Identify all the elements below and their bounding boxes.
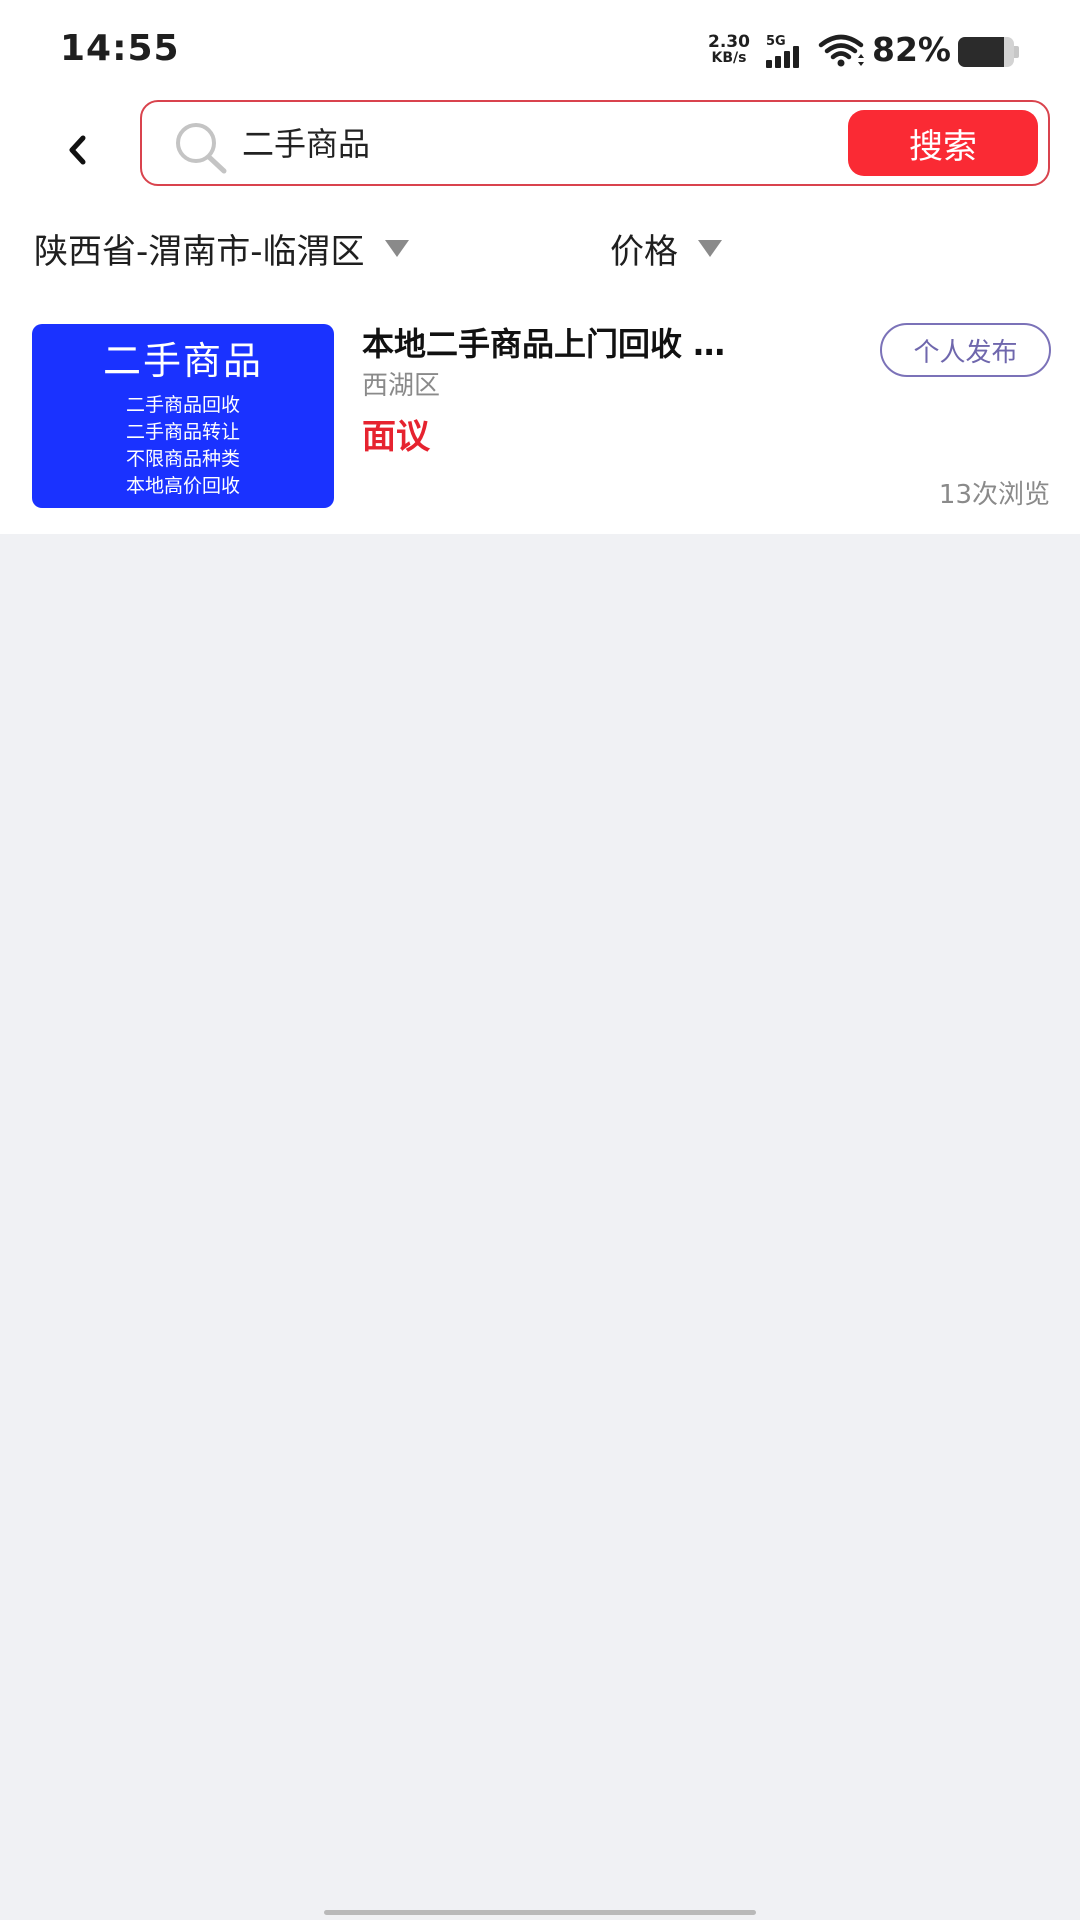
listing-title: 本地二手商品上门回收 … bbox=[362, 325, 726, 363]
listing-thumbnail: 二手商品 二手商品回收 二手商品转让 不限商品种类 本地高价回收 bbox=[32, 324, 334, 508]
status-bar: 14:55 2.30 KB/s 5G 82% bbox=[0, 0, 1080, 96]
search-input[interactable]: 二手商品 bbox=[242, 122, 370, 166]
region-filter-label: 陕西省-渭南市-临渭区 bbox=[34, 232, 365, 272]
listing-price: 面议 bbox=[362, 417, 430, 457]
wifi-icon bbox=[818, 34, 864, 68]
filter-bar: 陕西省-渭南市-临渭区 价格 bbox=[0, 206, 1080, 288]
thumbnail-line: 二手商品回收 bbox=[125, 394, 240, 416]
battery-icon bbox=[958, 37, 1020, 67]
back-button[interactable] bbox=[50, 122, 106, 178]
publisher-type-badge: 个人发布 bbox=[880, 323, 1051, 377]
thumbnail-line: 不限商品种类 bbox=[125, 448, 240, 470]
price-filter-dropdown[interactable]: 价格 bbox=[610, 224, 722, 273]
thumbnail-line: 本地高价回收 bbox=[125, 475, 240, 497]
search-box[interactable]: 二手商品 搜索 bbox=[140, 100, 1050, 186]
battery-percent: 82% bbox=[872, 30, 951, 69]
network-speed: 2.30 KB/s bbox=[704, 32, 754, 67]
status-time: 14:55 bbox=[60, 28, 180, 69]
home-indicator[interactable] bbox=[324, 1910, 756, 1915]
thumbnail-line: 二手商品转让 bbox=[125, 421, 240, 443]
listing-region: 西湖区 bbox=[362, 371, 441, 401]
list-item[interactable]: 二手商品 二手商品回收 二手商品转让 不限商品种类 本地高价回收 本地二手商品上… bbox=[0, 288, 1080, 534]
triangle-down-icon bbox=[698, 240, 722, 257]
search-results-page: 14:55 2.30 KB/s 5G 82% 二手商品 搜索 陕西省-渭南市-临… bbox=[0, 0, 1080, 1920]
search-button[interactable]: 搜索 bbox=[848, 110, 1038, 176]
view-count: 13次浏览 bbox=[938, 480, 1050, 510]
search-header: 二手商品 搜索 bbox=[0, 96, 1080, 206]
network-speed-unit: KB/s bbox=[711, 50, 747, 66]
thumbnail-title: 二手商品 bbox=[102, 339, 263, 383]
search-icon bbox=[176, 123, 227, 174]
signal-icon: 5G bbox=[764, 34, 810, 68]
chevron-left-icon bbox=[69, 135, 86, 165]
network-speed-value: 2.30 bbox=[708, 32, 750, 52]
network-type: 5G bbox=[766, 34, 786, 49]
triangle-down-icon bbox=[384, 240, 409, 257]
region-filter-dropdown[interactable]: 陕西省-渭南市-临渭区 bbox=[34, 224, 409, 273]
price-filter-label: 价格 bbox=[610, 232, 678, 272]
